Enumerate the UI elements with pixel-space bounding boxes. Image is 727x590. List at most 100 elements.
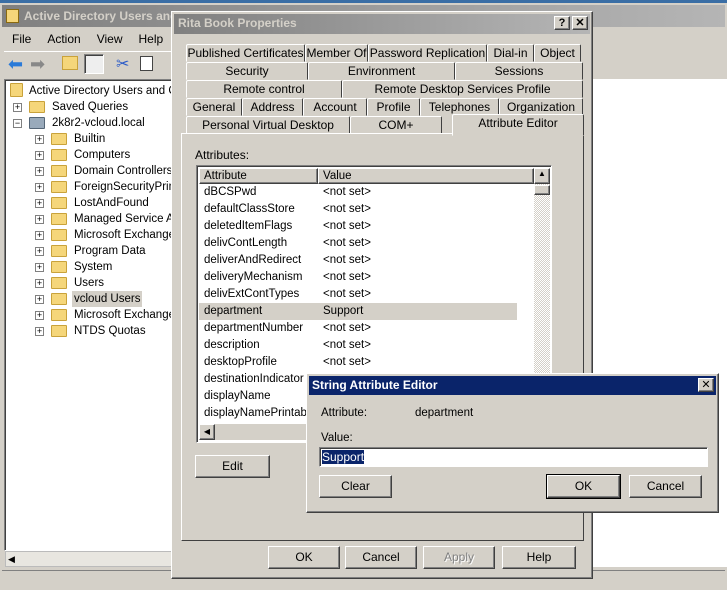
tree-item[interactable]: 2k8r2-vcloud.local [50,115,147,131]
tab-sessions[interactable]: Sessions [455,62,583,80]
value-input[interactable]: Support [319,447,708,467]
table-row[interactable]: desktopProfile <not set> [199,354,517,371]
tree-item[interactable]: Computers [72,147,132,163]
show-hide-tree-icon[interactable] [84,54,104,74]
tree-item[interactable]: Domain Controllers [72,163,173,179]
tab-remote-control[interactable]: Remote control [186,80,342,98]
string-attribute-editor: String Attribute Editor ✕ Attribute: dep… [306,373,719,513]
tab-published-certificates[interactable]: Published Certificates [186,44,305,62]
expander-icon[interactable]: + [35,327,44,336]
expander-icon[interactable]: + [35,215,44,224]
column-header-attribute[interactable]: Attribute [199,168,318,184]
attribute-name: dBCSPwd [204,186,257,198]
root-icon [10,83,23,97]
attribute-name: description [204,339,260,351]
cancel-button[interactable]: Cancel [345,546,417,569]
expander-icon[interactable]: + [35,295,44,304]
column-header-value[interactable]: Value [318,168,534,184]
tab-account[interactable]: Account [303,98,367,116]
attribute-name: departmentNumber [204,322,304,334]
folder-icon [51,181,67,193]
tab-object[interactable]: Object [534,44,581,62]
tree-hscrollbar[interactable]: ◀ [5,551,173,567]
expander-icon[interactable]: + [35,247,44,256]
table-row[interactable]: delivExtContTypes <not set> [199,286,517,303]
tree-item[interactable]: Program Data [72,243,148,259]
attribute-value: <not set> [323,203,371,215]
tree-item[interactable]: Microsoft Exchange Security Groups [72,227,173,243]
tab-member-of[interactable]: Member Of [305,44,368,62]
expander-icon[interactable]: + [35,151,44,160]
tree-item[interactable]: Managed Service Accounts [72,211,173,227]
menu-action[interactable]: Action [39,30,88,48]
tree-item[interactable]: System [72,259,114,275]
editor-close-icon[interactable]: ✕ [698,378,714,392]
ok-button[interactable]: OK [268,546,340,569]
expander-icon[interactable]: − [13,119,22,128]
expander-icon[interactable]: + [35,279,44,288]
table-row[interactable]: deliverAndRedirect <not set> [199,252,517,269]
attribute-value: <not set> [323,271,371,283]
forward-icon[interactable]: ➡ [30,54,45,75]
folder-icon [51,133,67,145]
tree-root[interactable]: Active Directory Users and Computers [29,83,173,99]
expander-icon[interactable]: + [35,135,44,144]
expander-icon[interactable]: + [35,311,44,320]
edit-button[interactable]: Edit [195,455,270,478]
up-folder-icon[interactable] [62,56,78,70]
table-row[interactable]: deliveryMechanism <not set> [199,269,517,286]
expander-icon[interactable]: + [35,263,44,272]
tab-personal-virtual-desktop[interactable]: Personal Virtual Desktop [186,116,350,134]
expander-icon[interactable]: + [13,103,22,112]
expander-icon[interactable]: + [35,199,44,208]
close-icon[interactable]: ✕ [572,16,588,30]
table-row[interactable]: delivContLength <not set> [199,235,517,252]
clear-button[interactable]: Clear [319,475,392,498]
editor-ok-button[interactable]: OK [546,474,621,499]
attribute-name: deliverAndRedirect [204,254,302,266]
table-row[interactable]: departmentNumber <not set> [199,320,517,337]
cut-icon[interactable]: ✂ [116,54,129,74]
properties-title-bar: Rita Book Properties ? ✕ [174,14,590,34]
folder-icon [51,261,67,273]
help-button[interactable]: Help [502,546,576,569]
folder-icon [29,101,45,113]
menu-view[interactable]: View [89,30,131,48]
tree-item[interactable]: LostAndFound [72,195,151,211]
tree-item[interactable]: Builtin [72,131,107,147]
paste-icon[interactable] [140,56,153,71]
table-row[interactable]: dBCSPwd <not set> [199,184,517,201]
tree-item[interactable]: vcloud Users [72,291,143,307]
tab-attribute-editor[interactable]: Attribute Editor [452,114,584,136]
expander-icon[interactable]: + [35,167,44,176]
tree-item[interactable]: Users [72,275,106,291]
expander-icon[interactable]: + [35,183,44,192]
tree-item[interactable]: NTDS Quotas [72,323,148,339]
help-icon[interactable]: ? [554,16,570,30]
tab-environment[interactable]: Environment [308,62,455,80]
table-row[interactable]: description <not set> [199,337,517,354]
folder-icon [51,245,67,257]
tab-dial-in[interactable]: Dial-in [487,44,534,62]
expander-icon[interactable]: + [35,231,44,240]
menu-file[interactable]: File [4,30,39,48]
apply-button[interactable]: Apply [423,546,495,569]
table-row[interactable]: defaultClassStore <not set> [199,201,517,218]
menu-help[interactable]: Help [131,30,172,48]
tab-profile[interactable]: Profile [367,98,420,116]
tab-address[interactable]: Address [242,98,303,116]
table-row[interactable]: department Support [199,303,517,320]
back-icon[interactable]: ⬅ [8,54,23,75]
tree-item[interactable]: Saved Queries [50,99,130,115]
table-row[interactable]: deletedItemFlags <not set> [199,218,517,235]
tree-item[interactable]: Microsoft Exchange System Objects [72,307,173,323]
tab-general[interactable]: General [186,98,242,116]
tree-item[interactable]: ForeignSecurityPrincipals [72,179,173,195]
tab-com-[interactable]: COM+ [350,116,442,134]
editor-cancel-button[interactable]: Cancel [629,475,702,498]
tab-password-replication[interactable]: Password Replication [368,44,487,62]
tab-security[interactable]: Security [186,62,308,80]
attribute-value: <not set> [323,356,371,368]
tab-remote-desktop-services-profile[interactable]: Remote Desktop Services Profile [342,80,583,98]
scroll-thumb[interactable] [534,185,550,195]
